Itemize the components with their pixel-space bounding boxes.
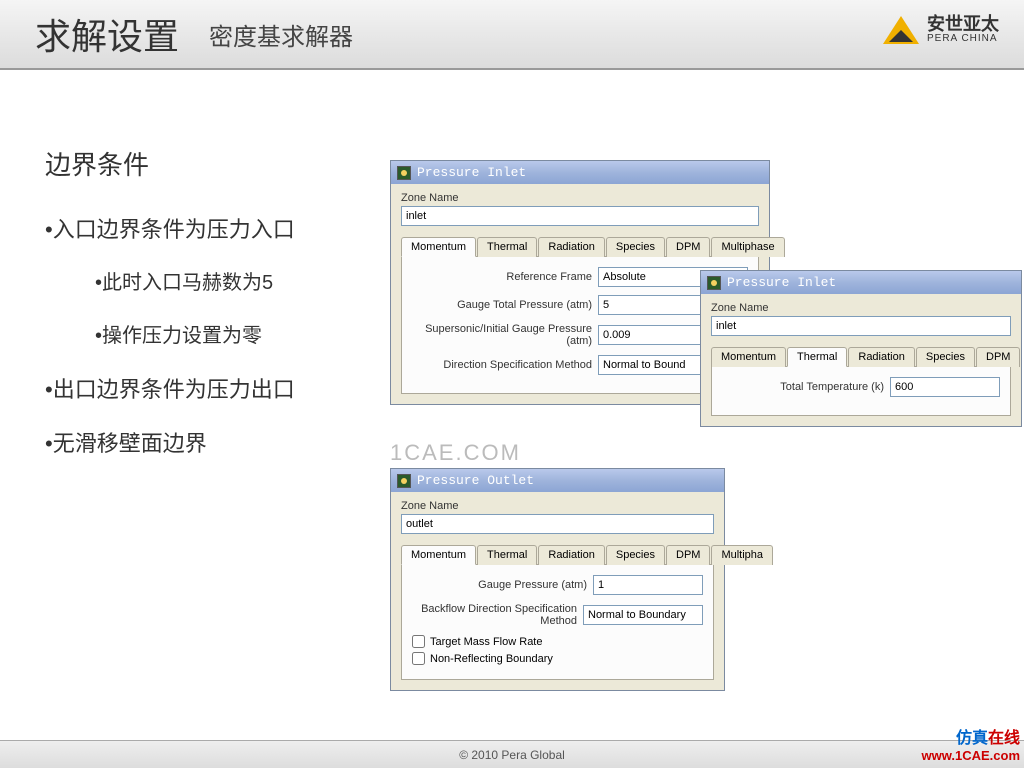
tab-species[interactable]: Species — [606, 237, 665, 257]
slide-footer: © 2010 Pera Global — [0, 740, 1024, 768]
supersonic-initial-pressure-label: Supersonic/Initial Gauge Pressure (atm) — [412, 323, 592, 347]
brand-name-cn: 安世亚太 — [927, 15, 999, 33]
gauge-pressure-label: Gauge Pressure (atm) — [478, 579, 587, 591]
tab-radiation[interactable]: Radiation — [538, 237, 604, 257]
zone-name-label: Zone Name — [711, 302, 1011, 314]
dialog-titlebar[interactable]: Pressure Outlet — [391, 469, 724, 492]
bullet-outlet: •出口边界条件为压力出口 — [45, 372, 375, 404]
zone-name-input[interactable] — [401, 206, 759, 226]
zone-name-label: Zone Name — [401, 192, 759, 204]
tab-species[interactable]: Species — [916, 347, 975, 367]
tab-thermal[interactable]: Thermal — [787, 347, 847, 367]
slide-header: 求解设置 密度基求解器 安世亚太 PERA CHINA — [0, 0, 1024, 70]
tab-bar: Momentum Thermal Radiation Species DPM — [711, 346, 1011, 367]
non-reflecting-label: Non-Reflecting Boundary — [430, 653, 553, 665]
backflow-direction-select[interactable] — [583, 605, 703, 625]
dialog-pressure-outlet: Pressure Outlet Zone Name Momentum Therm… — [390, 468, 725, 691]
zone-name-input[interactable] — [711, 316, 1011, 336]
non-reflecting-checkbox[interactable] — [412, 652, 425, 665]
logo-triangle-icon — [883, 16, 919, 44]
bullet-mach5: •此时入口马赫数为5 — [95, 266, 375, 295]
brand-logo: 安世亚太 PERA CHINA — [883, 15, 999, 44]
tab-radiation[interactable]: Radiation — [848, 347, 914, 367]
tab-multiphase[interactable]: Multiphase — [711, 237, 784, 257]
tab-radiation[interactable]: Radiation — [538, 545, 604, 565]
total-temperature-label: Total Temperature (k) — [780, 381, 884, 393]
corner-brand: 仿真在线 www.1CAE.com — [922, 729, 1020, 764]
tab-panel-momentum: Gauge Pressure (atm) Backflow Direction … — [401, 565, 714, 680]
bullet-inlet: •入口边界条件为压力入口 — [45, 212, 375, 244]
bullet-op-pressure: •操作压力设置为零 — [95, 319, 375, 348]
corner-cn-blue: 仿真 — [956, 730, 988, 747]
dialog-title-text: Pressure Inlet — [417, 165, 526, 180]
gauge-pressure-input[interactable] — [593, 575, 703, 595]
total-temperature-input[interactable] — [890, 377, 1000, 397]
bullet-wall: •无滑移壁面边界 — [45, 426, 375, 458]
dialog-titlebar[interactable]: Pressure Inlet — [701, 271, 1021, 294]
tab-species[interactable]: Species — [606, 545, 665, 565]
outline-heading: 边界条件 — [45, 145, 375, 182]
reference-frame-label: Reference Frame — [506, 271, 592, 283]
tab-thermal[interactable]: Thermal — [477, 237, 537, 257]
tab-dpm[interactable]: DPM — [666, 545, 710, 565]
app-icon — [397, 166, 411, 180]
zone-name-label: Zone Name — [401, 500, 714, 512]
brand-name-en: PERA CHINA — [927, 33, 999, 44]
slide-content: 边界条件 •入口边界条件为压力入口 •此时入口马赫数为5 •操作压力设置为零 •… — [0, 70, 1024, 730]
dialog-title-text: Pressure Inlet — [727, 275, 836, 290]
tab-momentum[interactable]: Momentum — [401, 545, 476, 565]
slide-title: 求解设置 — [35, 8, 179, 60]
watermark-text: 1CAE.COM — [390, 440, 521, 466]
tab-bar: Momentum Thermal Radiation Species DPM M… — [401, 236, 759, 257]
app-icon — [397, 474, 411, 488]
dialog-title-text: Pressure Outlet — [417, 473, 534, 488]
target-mass-flow-label: Target Mass Flow Rate — [430, 636, 542, 648]
tab-multiphase[interactable]: Multipha — [711, 545, 773, 565]
zone-name-input[interactable] — [401, 514, 714, 534]
tab-dpm[interactable]: DPM — [976, 347, 1020, 367]
corner-url: www.1CAE.com — [922, 748, 1020, 764]
slide-subtitle: 密度基求解器 — [209, 17, 353, 52]
tab-dpm[interactable]: DPM — [666, 237, 710, 257]
backflow-direction-label: Backflow Direction Specification Method — [412, 603, 577, 627]
direction-spec-label: Direction Specification Method — [443, 359, 592, 371]
dialog-titlebar[interactable]: Pressure Inlet — [391, 161, 769, 184]
tab-momentum[interactable]: Momentum — [711, 347, 786, 367]
corner-cn-red: 在线 — [988, 730, 1020, 747]
tab-momentum[interactable]: Momentum — [401, 237, 476, 257]
dialog-pressure-inlet-thermal: Pressure Inlet Zone Name Momentum Therma… — [700, 270, 1022, 427]
gauge-total-pressure-label: Gauge Total Pressure (atm) — [457, 299, 592, 311]
tab-panel-thermal: Total Temperature (k) — [711, 367, 1011, 416]
app-icon — [707, 276, 721, 290]
target-mass-flow-checkbox[interactable] — [412, 635, 425, 648]
text-outline: 边界条件 •入口边界条件为压力入口 •此时入口马赫数为5 •操作压力设置为零 •… — [45, 145, 375, 480]
tab-thermal[interactable]: Thermal — [477, 545, 537, 565]
tab-bar: Momentum Thermal Radiation Species DPM M… — [401, 544, 714, 565]
